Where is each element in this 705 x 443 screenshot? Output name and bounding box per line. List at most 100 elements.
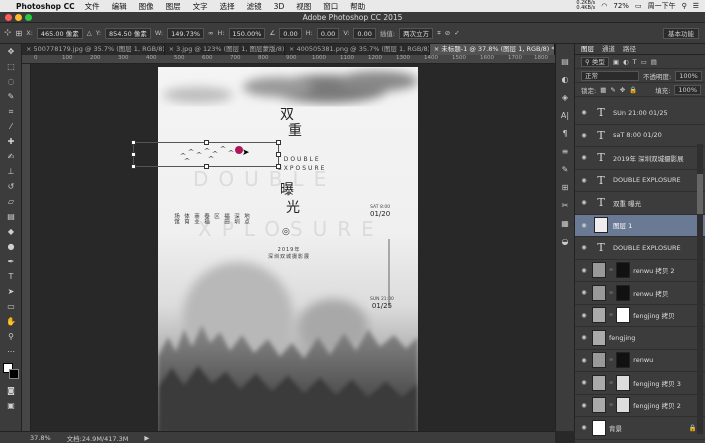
vertical-ruler[interactable] (22, 64, 31, 431)
color-swatches-box[interactable] (3, 363, 19, 379)
menu-window[interactable]: 窗口 (323, 1, 338, 12)
transform-handle[interactable] (204, 140, 209, 145)
hskew-field[interactable]: 0.00 (316, 27, 340, 39)
menu-layer[interactable]: 图层 (166, 1, 181, 12)
wifi-icon[interactable]: ◠ (601, 2, 607, 10)
tab-document-2[interactable]: × 3.jpg @ 123% (图层 1, 图层蒙版/8) (165, 44, 285, 55)
properties-panel-icon[interactable]: ≡ (556, 142, 574, 160)
visibility-eye-icon[interactable]: ◉ (579, 199, 589, 206)
layer-row[interactable]: ◉ T DOUBLE EXPLOSURE (575, 170, 705, 192)
hand-tool-icon[interactable]: ✋ (0, 314, 22, 329)
chain-link-icon[interactable]: ∞ (609, 290, 613, 296)
visibility-eye-icon[interactable]: ◉ (579, 267, 589, 274)
paragraph-panel-icon[interactable]: ¶ (556, 124, 574, 142)
x-field[interactable]: 465.00 像素 (36, 27, 83, 39)
history-brush-icon[interactable]: ↺ (0, 179, 22, 194)
chain-link-icon[interactable]: ∞ (609, 267, 613, 273)
canvas-area[interactable]: 双 重 DOUBLE EXPOSURE DOUBLE XPLOSURE 曝 光 … (31, 64, 555, 431)
dodge-tool-icon[interactable]: ● (0, 239, 22, 254)
zoom-level[interactable]: 37.8% (30, 434, 51, 442)
gradient-tool-icon[interactable]: ▤ (0, 209, 22, 224)
color-swatches[interactable] (0, 359, 22, 383)
lock-paint-icon[interactable]: ✎ (610, 86, 615, 94)
blur-tool-icon[interactable]: ◆ (0, 224, 22, 239)
visibility-eye-icon[interactable]: ◉ (579, 132, 589, 139)
move-tool-icon[interactable]: ✥ (0, 44, 22, 59)
lasso-tool-icon[interactable]: ◌ (0, 74, 22, 89)
clone-panel-icon[interactable]: ⊞ (556, 178, 574, 196)
visibility-eye-icon[interactable]: ◉ (579, 379, 589, 386)
background-color[interactable] (9, 369, 19, 379)
list-icon[interactable]: ☰ (693, 2, 699, 10)
layer-row[interactable]: ◉ fengjing (575, 327, 705, 350)
filter-shape-icon[interactable]: ▭ (641, 58, 647, 66)
layer-row[interactable]: ◉ ∞ renwu (575, 350, 705, 372)
styles-panel-icon[interactable]: ✂ (556, 196, 574, 214)
layer-row[interactable]: ◉ ∞ fengjing 拷贝 (575, 305, 705, 327)
type-tool-icon[interactable]: T (0, 269, 22, 284)
tab-layers[interactable]: 图层 (581, 44, 594, 54)
chain-link-icon[interactable]: ∞ (609, 312, 613, 318)
transform-handle[interactable] (276, 140, 281, 145)
interpolation-select[interactable]: 两次立方 (399, 27, 434, 39)
stamp-tool-icon[interactable]: ⊥ (0, 164, 22, 179)
layers-scrollbar[interactable] (697, 144, 703, 434)
visibility-eye-icon[interactable]: ◉ (579, 424, 589, 431)
lock-position-icon[interactable]: ✥ (620, 86, 625, 94)
app-name[interactable]: Photoshop CC (16, 2, 75, 11)
link-icon[interactable]: ∞ (208, 29, 213, 37)
more-tools-icon[interactable]: ⋯ (0, 344, 22, 359)
eraser-tool-icon[interactable]: ▱ (0, 194, 22, 209)
visibility-eye-icon[interactable]: ◉ (579, 357, 589, 364)
transform-handle[interactable] (131, 140, 136, 145)
menu-3d[interactable]: 3D (274, 2, 285, 11)
screen-mode-icon[interactable]: ▣ (0, 398, 22, 413)
lock-all-icon[interactable]: 🔒 (629, 86, 637, 94)
quick-select-tool-icon[interactable]: ✎ (0, 89, 22, 104)
visibility-eye-icon[interactable]: ◉ (579, 109, 589, 116)
shape-tool-icon[interactable]: ▭ (0, 299, 22, 314)
visibility-eye-icon[interactable]: ◉ (579, 244, 589, 251)
layer-row[interactable]: ◉ T 2019年 深圳双城摄影展 (575, 147, 705, 170)
warp-icon[interactable]: ⌗ (437, 29, 441, 38)
layers-list[interactable]: ◉ T SUn 21:00 01/25 ◉ TsaT 8:00 01/20 ◉ T 201… (575, 102, 705, 443)
battery-text[interactable]: 72% (613, 2, 629, 10)
chain-link-icon[interactable]: ∞ (609, 357, 613, 363)
healing-tool-icon[interactable]: ✚ (0, 134, 22, 149)
layer-row[interactable]: ◉ TsaT 8:00 01/20 (575, 125, 705, 147)
tab-channels[interactable]: 通道 (602, 44, 615, 54)
transform-handle[interactable] (204, 164, 209, 169)
filter-image-icon[interactable]: ▣ (613, 58, 619, 66)
menu-edit[interactable]: 编辑 (112, 1, 127, 12)
zoom-tool-icon[interactable]: ⚲ (0, 329, 22, 344)
layer-row-selected[interactable]: ◉ 图层 1 (575, 214, 705, 237)
history-panel-icon[interactable]: ▤ (556, 52, 574, 70)
tab-document-3[interactable]: × 400505381.png @ 35.7% (图层 1, RGB/8) (285, 44, 430, 55)
path-select-tool-icon[interactable]: ➤ (0, 284, 22, 299)
visibility-eye-icon[interactable]: ◉ (579, 177, 589, 184)
visibility-eye-icon[interactable]: ◉ (579, 222, 589, 229)
scrollbar-thumb[interactable] (697, 174, 703, 214)
info-panel-icon[interactable]: ◒ (556, 232, 574, 250)
tab-document-1[interactable]: × 500778179.jpg @ 35.7% (图层 1, RGB/8) (22, 44, 165, 55)
layer-filter-select[interactable]: ⚲ 类型 (581, 56, 609, 67)
layer-row[interactable]: ◉ ∞ renwu 拷贝 2 (575, 260, 705, 282)
delta-icon[interactable]: △ (87, 29, 92, 37)
close-window-button[interactable] (5, 14, 12, 21)
chain-link-icon[interactable]: ∞ (609, 402, 613, 408)
menu-image[interactable]: 图像 (139, 1, 154, 12)
filter-smart-icon[interactable]: ▤ (651, 58, 657, 66)
height-field[interactable]: 150.00% (228, 27, 266, 39)
visibility-eye-icon[interactable]: ◉ (579, 402, 589, 409)
tab-document-4[interactable]: × 未标题-1 @ 37.8% (图层 1, RGB/8) * (429, 44, 555, 55)
transform-handle[interactable] (131, 164, 136, 169)
visibility-eye-icon[interactable]: ◉ (579, 334, 589, 341)
search-icon[interactable]: ⚲ (682, 2, 687, 10)
marquee-tool-icon[interactable]: ⬚ (0, 59, 22, 74)
layer-row[interactable]: ◉ T DOUBLE EXPLOSURE (575, 237, 705, 260)
opacity-field[interactable]: 100% (675, 70, 702, 81)
minimize-window-button[interactable] (15, 14, 22, 21)
filter-adjust-icon[interactable]: ◐ (623, 58, 629, 66)
tab-paths[interactable]: 路径 (623, 44, 636, 54)
move-tool-icon[interactable]: ⊹ (4, 28, 12, 38)
